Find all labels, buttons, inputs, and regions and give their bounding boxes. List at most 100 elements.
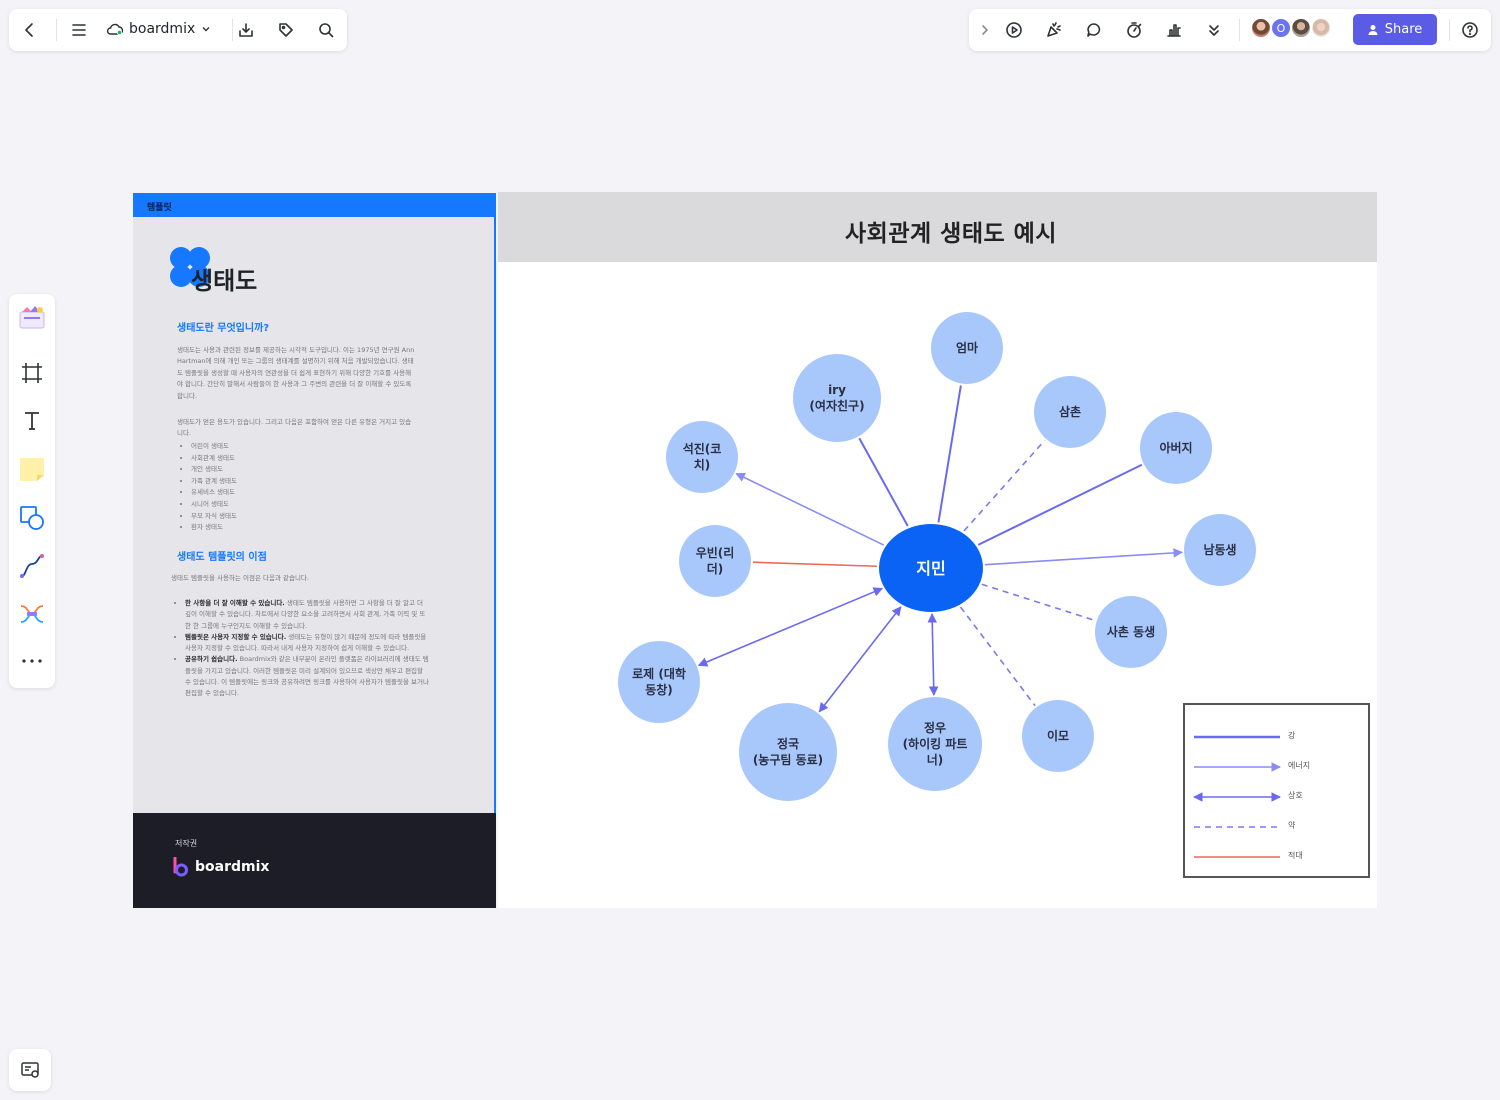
list-item: 환자 생태도 <box>191 522 237 534</box>
list-item: 사회관계 생태도 <box>191 453 237 465</box>
template-info-panel[interactable]: 템플릿 생태도 생태도란 무엇입니까? 생태도는 사용과 관련된 정보를 제공하… <box>133 193 496 908</box>
chevron-down-icon <box>201 24 211 34</box>
edge-seokjin[interactable] <box>735 472 885 546</box>
share-label: Share <box>1384 22 1423 37</box>
more-icon[interactable] <box>1202 18 1226 42</box>
user-avatar-3[interactable] <box>1290 17 1312 39</box>
node-label: (농구팀 동료) <box>753 753 823 767</box>
node-label: 석진(코 <box>683 441 722 456</box>
node-circle <box>666 421 738 493</box>
list-item: 개인 생태도 <box>191 464 237 476</box>
edge-ubin[interactable] <box>752 561 878 568</box>
tag-icon[interactable] <box>274 18 298 42</box>
panel-top-bar: 템플릿 <box>133 193 496 217</box>
node-aunt[interactable]: 이모 <box>1022 700 1094 772</box>
list-item: 어린이 생태도 <box>191 441 237 453</box>
template-icon[interactable] <box>17 302 47 332</box>
node-circle <box>618 641 700 723</box>
panel-title: 생태도 <box>191 267 258 295</box>
node-seokjin[interactable]: 석진(코치) <box>666 421 738 493</box>
top-left-toolbar: boardmix <box>9 9 347 51</box>
node-uncle[interactable]: 삼촌 <box>1034 376 1106 448</box>
node-cousin[interactable]: 사촌 동생 <box>1095 596 1167 668</box>
legend-line <box>1194 762 1281 772</box>
node-rose[interactable]: 로제 (대학동창) <box>618 641 700 723</box>
list-item: 공유하기 쉽습니다. Boardmix와 같은 내부분이 온라인 플랫폼은 라이… <box>185 654 431 699</box>
toolbar-divider <box>232 19 233 41</box>
edge-mom[interactable] <box>937 385 962 523</box>
bullet-bold: 템플릿은 사용자 지정할 수 있습니다. <box>185 632 287 641</box>
legend-label: 적대 <box>1288 851 1303 860</box>
list-item: 부모 자식 생태도 <box>191 511 237 523</box>
comment-icon[interactable] <box>1082 18 1106 42</box>
edge-cousin[interactable] <box>981 583 1096 622</box>
list-item: 유세비스 생태도 <box>191 487 237 499</box>
node-label: 정국 <box>777 736 799 751</box>
panel-benefit-list: 한 사항을 더 잘 이해할 수 있습니다. 생태도 템플릿을 사용하면 그 사항… <box>171 598 431 700</box>
panel-paragraph-intro: 생태도는 사용과 관련된 정보를 제공하는 시각적 도구입니다. 이는 1975… <box>177 346 415 400</box>
file-name-dropdown[interactable]: boardmix <box>106 21 211 37</box>
connector-icon[interactable] <box>17 551 47 581</box>
node-label: 치) <box>694 457 711 472</box>
minimap-button[interactable] <box>9 1049 51 1091</box>
user-avatar-4[interactable] <box>1310 17 1332 39</box>
node-label: 아버지 <box>1159 440 1192 455</box>
footer-brand-name: boardmix <box>195 859 270 875</box>
node-brother[interactable]: 남동생 <box>1184 514 1256 586</box>
timer-icon[interactable] <box>1122 18 1146 42</box>
panel-paragraph-benefits: 생태도 템플릿을 사용하는 이점은 다음과 같습니다. <box>171 574 309 582</box>
node-circle <box>739 703 837 801</box>
edge-father[interactable] <box>977 463 1143 546</box>
node-ubin[interactable]: 우빈(리더) <box>679 525 751 597</box>
play-icon[interactable] <box>1002 18 1026 42</box>
download-icon[interactable] <box>234 18 258 42</box>
edge-jungkook[interactable] <box>818 606 902 713</box>
legend-item-mutual: 상호 <box>1191 790 1366 804</box>
node-label: 너) <box>927 752 944 767</box>
sticky-note-icon[interactable] <box>17 454 47 484</box>
frame-icon[interactable] <box>17 358 47 388</box>
help-icon[interactable] <box>1458 18 1482 42</box>
shape-icon[interactable] <box>17 503 47 533</box>
avatar-letter: O <box>1276 21 1286 35</box>
node-jungkook[interactable]: 정국 (농구팀 동료) <box>739 703 837 801</box>
chevron-right-icon[interactable] <box>973 18 997 42</box>
celebrate-icon[interactable] <box>1042 18 1066 42</box>
edge-aunt[interactable] <box>959 606 1036 707</box>
legend-line <box>1194 735 1280 739</box>
node-mom[interactable]: 엄마 <box>931 312 1003 384</box>
left-tool-palette <box>9 294 55 688</box>
node-label: 사촌 동생 <box>1107 624 1155 639</box>
back-icon[interactable] <box>18 18 42 42</box>
node-jungwoo[interactable]: 정우(하이킹 파트너) <box>888 697 982 791</box>
menu-icon[interactable] <box>67 18 91 42</box>
edge-iry[interactable] <box>858 437 909 527</box>
node-label: 남동생 <box>1203 542 1236 557</box>
edge-brother[interactable] <box>984 548 1184 566</box>
toolbar-divider <box>1449 19 1450 41</box>
ecomap-diagram-frame[interactable]: 사회관계 생태도 예시 엄마 iry (여자친구) 삼촌 아버지 석진(코 치) 남동생 우빈(… <box>498 192 1377 908</box>
copyright-label: 저작권 <box>175 839 198 848</box>
panel-top-label: 템플릿 <box>147 203 172 213</box>
node-label: 동창) <box>645 682 673 697</box>
node-father[interactable]: 아버지 <box>1140 412 1212 484</box>
user-avatar-o[interactable]: O <box>1270 17 1292 39</box>
share-button[interactable]: Share <box>1353 14 1437 45</box>
edge-jungwoo[interactable] <box>927 613 939 696</box>
mindmap-icon[interactable] <box>17 599 47 629</box>
minimap-icon <box>21 1062 39 1078</box>
search-icon[interactable] <box>314 18 338 42</box>
panel-heading-what: 생태도란 무엇입니까? <box>177 323 270 334</box>
user-avatar-1[interactable] <box>1250 17 1272 39</box>
more-tools-icon[interactable] <box>17 646 47 676</box>
list-item: 한 사항을 더 잘 이해할 수 있습니다. 생태도 템플릿을 사용하면 그 사항… <box>185 598 431 632</box>
legend: 강 에너지 상호 약 적대 <box>1183 703 1370 878</box>
node-iry[interactable]: iry(여자친구) <box>793 354 881 442</box>
bullet-bold: 공유하기 쉽습니다. <box>185 655 238 664</box>
edge-rose[interactable] <box>697 587 884 667</box>
text-icon[interactable] <box>17 406 47 436</box>
vote-icon[interactable] <box>1162 18 1186 42</box>
legend-line <box>1194 826 1280 828</box>
node-center[interactable]: 지민 <box>879 524 983 612</box>
center-label: 지민 <box>916 559 945 578</box>
